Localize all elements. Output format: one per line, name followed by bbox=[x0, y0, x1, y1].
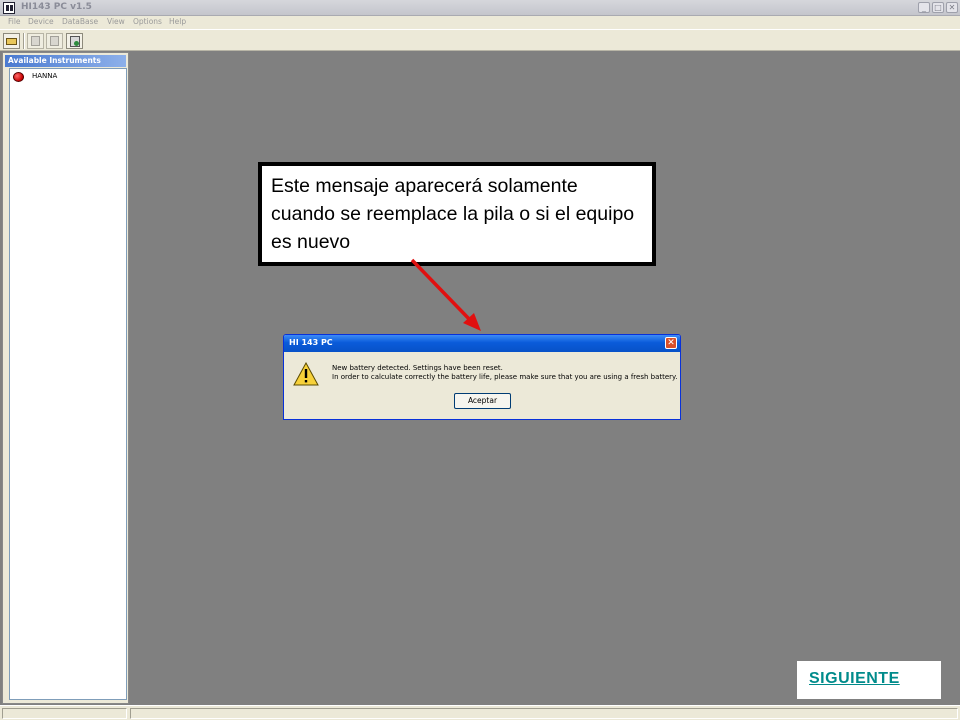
battery-alert-dialog: HI 143 PC ✕ New battery detected. Settin… bbox=[283, 334, 681, 420]
dialog-title-bar: HI 143 PC ✕ bbox=[284, 335, 680, 352]
status-cell bbox=[2, 708, 127, 719]
panel-title: Available Instruments bbox=[5, 55, 126, 67]
window-title: HI143 PC v1.5 bbox=[21, 2, 92, 12]
next-link[interactable]: SIGUIENTE bbox=[809, 670, 900, 688]
settings-button[interactable] bbox=[27, 33, 44, 49]
edit-icon bbox=[50, 36, 59, 46]
instrument-name: HANNA bbox=[32, 72, 58, 80]
settings-icon bbox=[31, 36, 40, 46]
menu-file[interactable]: File bbox=[8, 17, 21, 26]
available-instruments-panel: Available Instruments HANNA bbox=[2, 52, 129, 704]
dialog-message-line: New battery detected. Settings have been… bbox=[332, 364, 503, 372]
edit-button[interactable] bbox=[46, 33, 63, 49]
dialog-close-icon[interactable]: ✕ bbox=[665, 337, 677, 349]
status-bar bbox=[0, 705, 960, 720]
menu-device[interactable]: Device bbox=[28, 17, 54, 26]
warning-icon bbox=[293, 362, 319, 386]
instruction-callout: Este mensaje aparecerá solamente cuando … bbox=[258, 162, 656, 266]
title-bar: HI143 PC v1.5 _ □ ✕ bbox=[0, 0, 960, 16]
download-icon bbox=[70, 36, 80, 47]
download-button[interactable] bbox=[66, 33, 83, 49]
open-button[interactable] bbox=[3, 33, 20, 49]
menu-database[interactable]: DataBase bbox=[62, 17, 98, 26]
close-window-button[interactable]: ✕ bbox=[946, 2, 958, 13]
app-icon bbox=[3, 2, 15, 14]
device-status-icon bbox=[13, 72, 24, 82]
callout-text: Este mensaje aparecerá solamente cuando … bbox=[271, 175, 635, 253]
toolbar bbox=[0, 29, 960, 51]
menu-view[interactable]: View bbox=[107, 17, 125, 26]
list-item[interactable]: HANNA bbox=[11, 70, 126, 84]
maximize-button[interactable]: □ bbox=[932, 2, 944, 13]
dialog-title: HI 143 PC bbox=[289, 338, 333, 347]
dialog-message-line: In order to calculate correctly the batt… bbox=[332, 373, 678, 381]
minimize-button[interactable]: _ bbox=[918, 2, 930, 13]
menu-help[interactable]: Help bbox=[169, 17, 186, 26]
menu-bar: File Device DataBase View Options Help bbox=[0, 16, 960, 29]
open-folder-icon bbox=[6, 38, 17, 45]
instrument-list[interactable]: HANNA bbox=[9, 68, 127, 700]
menu-options[interactable]: Options bbox=[133, 17, 162, 26]
toolbar-separator bbox=[23, 33, 25, 49]
status-cell bbox=[130, 708, 958, 719]
accept-button[interactable]: Aceptar bbox=[454, 393, 511, 409]
next-button-area: SIGUIENTE bbox=[797, 661, 941, 699]
